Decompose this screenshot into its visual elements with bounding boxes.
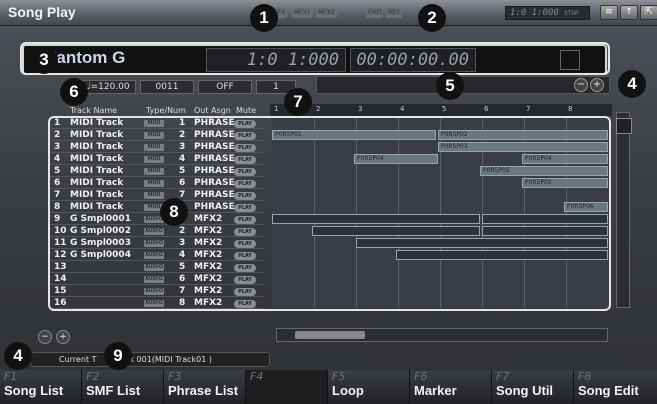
f6-marker[interactable]: F6 Marker [410, 370, 492, 404]
scroll-thumb[interactable] [295, 331, 365, 339]
ruler-8: 8 [568, 105, 573, 113]
indicator-cho: CHO [366, 8, 384, 18]
ruler-1: 1 [274, 105, 279, 113]
up-arrow-icon[interactable]: ↑ [620, 5, 638, 20]
song-play-screen: Song Play SFX MFX1 MFX2 CHO REV 1:0 1:00… [0, 0, 657, 404]
callout-badge: 9 [104, 342, 132, 370]
col-out-asgn: Out Asgn [194, 106, 231, 115]
add-track-icon[interactable]: + [56, 330, 70, 344]
function-key-bar: F1 Song List F2 SMF List F3 Phrase List F4 … [0, 370, 657, 404]
ruler-6: 6 [484, 105, 489, 113]
exit-icon[interactable]: ⇱ [640, 5, 657, 20]
f2-smf-list[interactable]: F2 SMF List [82, 370, 164, 404]
col-track-name: Track Name [70, 106, 118, 115]
callout-badge: 7 [284, 88, 312, 116]
callout-badge: 8 [160, 198, 188, 226]
f4-empty: F4 [246, 370, 328, 404]
f3-phrase-list[interactable]: F3 Phrase List [164, 370, 246, 404]
callout-badge: 5 [436, 72, 464, 100]
col-mute: Mute [236, 106, 257, 115]
remove-track-icon[interactable]: − [38, 330, 52, 344]
f7-song-util[interactable]: F7 Song Util [492, 370, 574, 404]
tempo-field[interactable]: ♩=120.00 [80, 80, 136, 94]
callout-badge: 3 [30, 46, 58, 74]
window-title: Song Play [8, 4, 76, 20]
current-track-bar[interactable]: Current T Track 001(MIDI Track01 ) [30, 352, 270, 367]
callout-badge: 6 [60, 78, 88, 106]
current-track-label: Current T [59, 355, 97, 364]
f1-song-list[interactable]: F1 Song List [0, 370, 82, 404]
callout-badge: 1 [250, 4, 278, 32]
ruler-7: 7 [526, 105, 531, 113]
header-position: 1:0 1:000 STOP [505, 6, 590, 20]
ruler-5: 5 [442, 105, 447, 113]
ruler-3: 3 [358, 105, 363, 113]
callout-badge: 2 [418, 4, 446, 32]
indicator-mfx1: MFX1 [292, 8, 313, 18]
ruler-2: 2 [316, 105, 321, 113]
horizontal-scrollbar[interactable] [276, 328, 608, 342]
ruler-4: 4 [400, 105, 405, 113]
callout-outline-tracks [48, 116, 611, 311]
param-field-2[interactable]: 0011 [140, 80, 194, 94]
f8-song-edit[interactable]: F8 Song Edit [574, 370, 657, 404]
callout-outline-song [20, 42, 610, 75]
param-field-3[interactable]: OFF [198, 80, 252, 94]
zoom-in-icon[interactable]: + [590, 78, 604, 92]
indicator-rev: REV [386, 8, 403, 18]
col-type-num: Type/Num [146, 106, 186, 115]
title-bar: Song Play SFX MFX1 MFX2 CHO REV 1:0 1:00… [0, 0, 657, 26]
measure-ruler[interactable]: 1 2 3 4 5 6 7 8 [270, 104, 612, 116]
callout-badge: 4 [618, 70, 646, 98]
indicator-mfx2: MFX2 [316, 8, 337, 18]
track-select-box[interactable] [616, 118, 632, 134]
vertical-scrollbar[interactable] [616, 112, 630, 308]
list-icon[interactable]: ≡ [600, 5, 618, 20]
zoom-out-icon[interactable]: − [574, 78, 588, 92]
callout-badge: 4 [4, 342, 32, 370]
f5-loop[interactable]: F5 Loop [328, 370, 410, 404]
